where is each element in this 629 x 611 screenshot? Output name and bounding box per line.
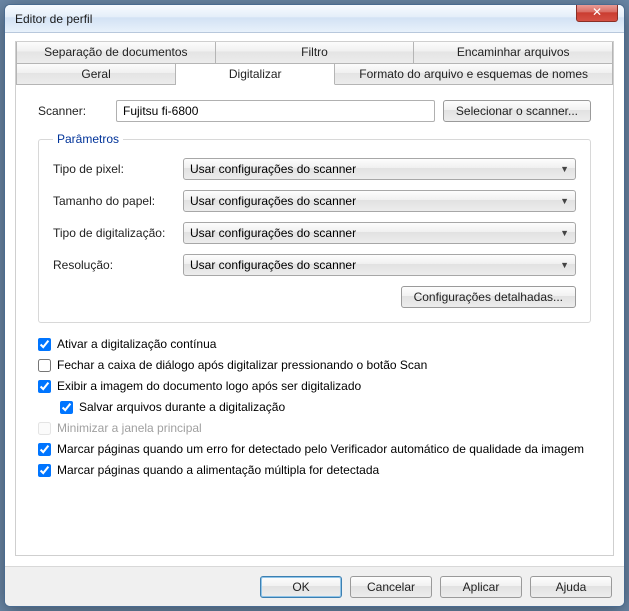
profile-editor-window: Editor de perfil ✕ Separação de document… xyxy=(4,4,625,607)
chk-save-during: Salvar arquivos durante a digitalização xyxy=(60,400,591,415)
param-label-scan-type: Tipo de digitalização: xyxy=(53,226,183,240)
chk-minimize: Minimizar a janela principal xyxy=(38,421,591,436)
combo-scan-type[interactable]: Usar configurações do scanner ▼ xyxy=(183,222,576,244)
client-area: Separação de documentos Filtro Encaminha… xyxy=(5,33,624,566)
chk-mark-multifeed: Marcar páginas quando a alimentação múlt… xyxy=(38,463,591,478)
chk-close-dialog: Fechar a caixa de diálogo após digitaliz… xyxy=(38,358,591,373)
combo-paper-size[interactable]: Usar configurações do scanner ▼ xyxy=(183,190,576,212)
tab-row-upper: Separação de documentos Filtro Encaminha… xyxy=(16,42,613,64)
chk-continuous-scan: Ativar a digitalização contínua xyxy=(38,337,591,352)
chk-show-image: Exibir a imagem do documento logo após s… xyxy=(38,379,591,394)
tab-document-separation[interactable]: Separação de documentos xyxy=(16,42,216,64)
chk-mark-quality-input[interactable] xyxy=(38,443,51,456)
scanner-input[interactable] xyxy=(116,100,435,122)
chk-close-dialog-input[interactable] xyxy=(38,359,51,372)
chevron-down-icon: ▼ xyxy=(560,196,569,206)
tab-filter[interactable]: Filtro xyxy=(216,42,415,64)
close-icon: ✕ xyxy=(592,5,602,19)
chk-continuous-scan-label: Ativar a digitalização contínua xyxy=(57,337,591,352)
param-label-resolution: Resolução: xyxy=(53,258,183,272)
param-label-pixel-type: Tipo de pixel: xyxy=(53,162,183,176)
chk-close-dialog-label: Fechar a caixa de diálogo após digitaliz… xyxy=(57,358,591,373)
scanner-row: Scanner: Selecionar o scanner... xyxy=(38,100,591,122)
chk-minimize-input xyxy=(38,422,51,435)
combo-resolution[interactable]: Usar configurações do scanner ▼ xyxy=(183,254,576,276)
chk-mark-quality-label: Marcar páginas quando um erro for detect… xyxy=(57,442,591,457)
param-label-paper-size: Tamanho do papel: xyxy=(53,194,183,208)
help-button[interactable]: Ajuda xyxy=(530,576,612,598)
cancel-button[interactable]: Cancelar xyxy=(350,576,432,598)
parameters-group: Parâmetros Tipo de pixel: Usar configura… xyxy=(38,132,591,323)
parameters-legend: Parâmetros xyxy=(53,132,123,146)
combo-value: Usar configurações do scanner xyxy=(190,162,356,176)
tab-file-format[interactable]: Formato do arquivo e esquemas de nomes xyxy=(335,63,613,85)
chevron-down-icon: ▼ xyxy=(560,228,569,238)
close-button[interactable]: ✕ xyxy=(576,4,618,22)
param-paper-size: Tamanho do papel: Usar configurações do … xyxy=(53,190,576,212)
tab-forward-files[interactable]: Encaminhar arquivos xyxy=(414,42,613,64)
combo-value: Usar configurações do scanner xyxy=(190,194,356,208)
titlebar: Editor de perfil ✕ xyxy=(5,5,624,33)
chk-minimize-label: Minimizar a janela principal xyxy=(57,421,591,436)
checkbox-area: Ativar a digitalização contínua Fechar a… xyxy=(38,337,591,478)
param-resolution: Resolução: Usar configurações do scanner… xyxy=(53,254,576,276)
detailed-settings-button[interactable]: Configurações detalhadas... xyxy=(401,286,576,308)
chk-save-during-label: Salvar arquivos durante a digitalização xyxy=(79,400,591,415)
chevron-down-icon: ▼ xyxy=(560,260,569,270)
tab-general[interactable]: Geral xyxy=(16,63,176,85)
tab-container: Separação de documentos Filtro Encaminha… xyxy=(15,41,614,556)
combo-value: Usar configurações do scanner xyxy=(190,258,356,272)
scanner-label: Scanner: xyxy=(38,104,108,118)
param-pixel-type: Tipo de pixel: Usar configurações do sca… xyxy=(53,158,576,180)
chk-continuous-scan-input[interactable] xyxy=(38,338,51,351)
tab-row-lower: Geral Digitalizar Formato do arquivo e e… xyxy=(16,63,613,85)
combo-value: Usar configurações do scanner xyxy=(190,226,356,240)
window-title: Editor de perfil xyxy=(15,12,618,26)
param-scan-type: Tipo de digitalização: Usar configuraçõe… xyxy=(53,222,576,244)
chk-save-during-input[interactable] xyxy=(60,401,73,414)
chevron-down-icon: ▼ xyxy=(560,164,569,174)
chk-show-image-input[interactable] xyxy=(38,380,51,393)
combo-pixel-type[interactable]: Usar configurações do scanner ▼ xyxy=(183,158,576,180)
bottom-button-bar: OK Cancelar Aplicar Ajuda xyxy=(5,566,624,606)
tab-scan[interactable]: Digitalizar xyxy=(176,63,335,85)
chk-mark-quality: Marcar páginas quando um erro for detect… xyxy=(38,442,591,457)
chk-mark-multifeed-input[interactable] xyxy=(38,464,51,477)
select-scanner-button[interactable]: Selecionar o scanner... xyxy=(443,100,591,122)
chk-show-image-label: Exibir a imagem do documento logo após s… xyxy=(57,379,591,394)
chk-mark-multifeed-label: Marcar páginas quando a alimentação múlt… xyxy=(57,463,591,478)
ok-button[interactable]: OK xyxy=(260,576,342,598)
tab-body-scan: Scanner: Selecionar o scanner... Parâmet… xyxy=(16,86,613,555)
apply-button[interactable]: Aplicar xyxy=(440,576,522,598)
